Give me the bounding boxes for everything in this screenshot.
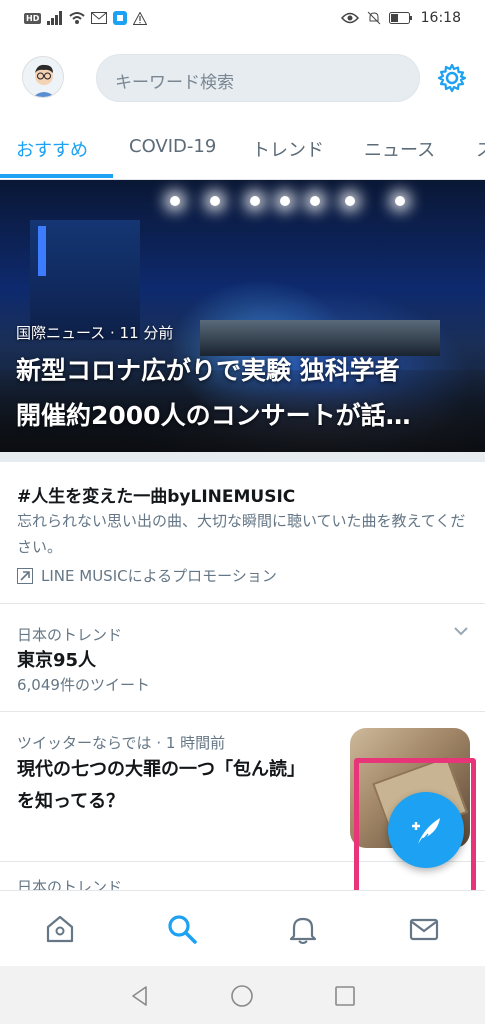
battery-icon: [388, 12, 412, 24]
clock: 16:18: [420, 10, 461, 26]
home-icon[interactable]: [44, 913, 76, 945]
avatar[interactable]: [22, 56, 64, 98]
eye-icon: [340, 12, 359, 24]
hero-image-glow: [38, 226, 46, 276]
tab-bar: おすすめ COVID-19 トレンド ニュース ス: [0, 116, 485, 180]
hero-title-line-2: 開催約2000人のコンサートが話…: [16, 401, 411, 430]
tab-partial[interactable]: ス: [476, 136, 485, 162]
back-icon[interactable]: [128, 984, 152, 1008]
section-divider: [0, 452, 485, 462]
status-icons-right: 16:18: [340, 10, 461, 26]
mail-icon[interactable]: [408, 913, 440, 945]
chevron-down-icon[interactable]: [452, 624, 470, 638]
trend-item[interactable]: 日本のトレンド 東京95人 6,049件のツイート: [0, 604, 485, 712]
active-tab-indicator: [0, 174, 113, 178]
home-circle-icon[interactable]: [230, 984, 254, 1008]
system-navigation-bar: [0, 966, 485, 1024]
avatar-image: [23, 57, 63, 97]
tab-covid19[interactable]: COVID-19: [129, 136, 216, 157]
search-icon[interactable]: [166, 913, 198, 945]
signal-icon: [47, 11, 63, 25]
news-title: 現代の七つの大罪の一つ「包ん読」を知ってる？: [17, 759, 305, 812]
compose-icon: [412, 818, 440, 847]
promoted-trend[interactable]: #人生を変えた一曲byLINEMUSIC 忘れられない思い出の曲、大切な瞬間に聴…: [0, 462, 485, 604]
app-notification-icon: [113, 11, 128, 25]
hero-news-card[interactable]: 国際ニュース · 11 分前 新型コロナ広がりで実験 独科学者 開催約2000人…: [0, 180, 485, 452]
trend-tweet-count: 6,049件のツイート: [17, 676, 150, 694]
hero-title-line-1: 新型コロナ広がりで実験 独科学者: [16, 356, 400, 385]
trend-category: 日本のトレンド: [17, 626, 123, 644]
promoted-title: #人生を変えた一曲byLINEMUSIC: [17, 487, 296, 507]
hero-title: 新型コロナ広がりで実験 独科学者 開催約2000人のコンサートが話…: [16, 348, 474, 438]
next-trend-category: 日本のトレンド: [17, 878, 123, 890]
hd-indicator: HD: [24, 12, 42, 24]
trend-name: 東京95人: [17, 650, 97, 671]
gear-icon[interactable]: [436, 62, 468, 94]
recents-icon[interactable]: [333, 984, 357, 1008]
status-icons-left: HD: [24, 11, 148, 25]
tab-news[interactable]: ニュース: [364, 136, 435, 162]
hero-meta: 国際ニュース · 11 分前: [16, 324, 174, 342]
compose-button[interactable]: [388, 792, 464, 868]
warning-icon: [133, 11, 148, 25]
promoted-by: LINE MUSICによるプロモーション: [17, 565, 277, 586]
promoted-description: 忘れられない思い出の曲、大切な瞬間に聴いていた曲を教えてください。: [17, 512, 466, 556]
bell-icon[interactable]: [287, 913, 319, 945]
status-bar: HD 16:18: [0, 0, 485, 40]
tab-recommended[interactable]: おすすめ: [16, 136, 88, 162]
bottom-navigation: [0, 890, 485, 966]
arrow-up-right-icon: [17, 567, 33, 584]
mail-notification-icon: [91, 12, 108, 24]
search-input[interactable]: キーワード検索: [96, 54, 420, 102]
wifi-icon: [69, 12, 85, 24]
search-placeholder: キーワード検索: [115, 73, 234, 93]
promoted-by-label: LINE MUSICによるプロモーション: [41, 567, 277, 585]
mute-bell-icon: [367, 11, 380, 25]
app-header: キーワード検索: [0, 40, 485, 116]
hero-image-lights: [170, 196, 440, 206]
news-meta: ツイッターならでは · 1 時間前: [17, 734, 226, 752]
tab-trends[interactable]: トレンド: [252, 136, 324, 162]
